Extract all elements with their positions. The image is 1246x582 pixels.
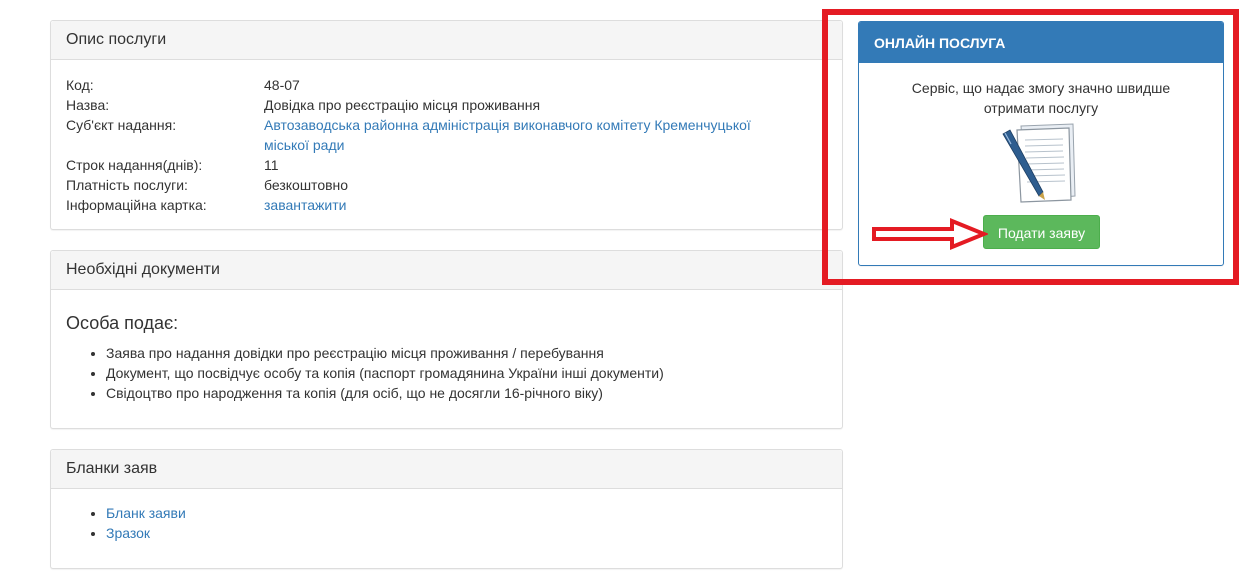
forms-list: Бланк заяви Зразок bbox=[66, 503, 827, 543]
download-card-link[interactable]: завантажити bbox=[264, 197, 346, 213]
info-label: Інформаційна картка: bbox=[66, 197, 207, 213]
info-value: 11 bbox=[264, 157, 279, 173]
required-documents-panel: Необхідні документи Особа подає: Заява п… bbox=[50, 250, 843, 429]
info-row-payment: Платність послуги: безкоштовно bbox=[66, 175, 784, 195]
service-description-panel: Опис послуги Код: 48-07 Назва: Довідка п… bbox=[50, 20, 843, 230]
info-label: Строк надання(днів): bbox=[66, 157, 203, 173]
info-label: Платність послуги: bbox=[66, 177, 188, 193]
service-info-table: Код: 48-07 Назва: Довідка про реєстрацію… bbox=[66, 75, 784, 215]
online-panel-heading: ОНЛАЙН ПОСЛУГА bbox=[859, 22, 1223, 63]
info-row-card: Інформаційна картка: завантажити bbox=[66, 195, 784, 215]
list-item: Зразок bbox=[106, 523, 827, 543]
documents-list: Заява про надання довідки про реєстрацію… bbox=[66, 343, 827, 403]
panel-heading: Необхідні документи bbox=[51, 251, 842, 290]
form-blank-link[interactable]: Бланк заяви bbox=[106, 505, 186, 521]
submit-application-button[interactable]: Подати заяву bbox=[983, 215, 1100, 249]
info-value: 48-07 bbox=[264, 77, 300, 93]
info-row-code: Код: 48-07 bbox=[66, 75, 784, 95]
list-item: Заява про надання довідки про реєстрацію… bbox=[106, 343, 827, 363]
online-description: Сервіс, що надає змогу значно швидше отр… bbox=[911, 80, 1171, 116]
info-row-term: Строк надання(днів): 11 bbox=[66, 155, 784, 175]
list-item: Свідоцтво про народження та копія (для о… bbox=[106, 383, 827, 403]
arrow-right-icon bbox=[872, 218, 988, 250]
document-pen-icon bbox=[1002, 123, 1076, 203]
provider-link[interactable]: Автозаводська районна адміністрація вико… bbox=[264, 117, 751, 153]
info-label: Код: bbox=[66, 77, 94, 93]
list-item: Бланк заяви bbox=[106, 503, 827, 523]
form-sample-link[interactable]: Зразок bbox=[106, 525, 150, 541]
panel-heading: Бланки заяв bbox=[51, 450, 842, 489]
panel-heading: Опис послуги bbox=[51, 21, 842, 60]
info-label: Назва: bbox=[66, 97, 110, 113]
info-row-provider: Суб'єкт надання: Автозаводська районна а… bbox=[66, 115, 784, 155]
documents-subheading: Особа подає: bbox=[66, 313, 179, 333]
list-item: Документ, що посвідчує особу та копія (п… bbox=[106, 363, 827, 383]
info-value: безкоштовно bbox=[264, 177, 349, 193]
info-label: Суб'єкт надання: bbox=[66, 117, 177, 133]
info-value: Довідка про реєстрацію місця проживання bbox=[264, 97, 541, 113]
application-forms-panel: Бланки заяв Бланк заяви Зразок bbox=[50, 449, 843, 569]
info-row-name: Назва: Довідка про реєстрацію місця прож… bbox=[66, 95, 784, 115]
